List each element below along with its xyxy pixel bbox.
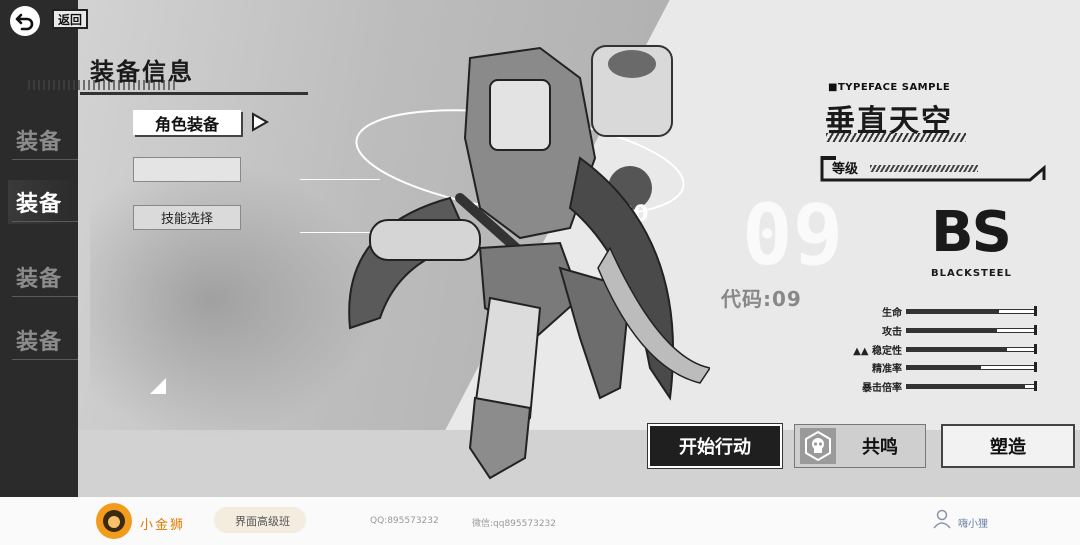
menu-skill-select[interactable]: 技能选择 [133, 205, 241, 230]
stat-bar [906, 365, 1036, 370]
stat-row: 暴击倍率 [830, 379, 1040, 394]
back-label[interactable]: 返回 [52, 9, 88, 29]
lion-logo-icon [96, 503, 132, 539]
skull-icon-frame [800, 428, 836, 464]
stat-label: 精准率 [872, 364, 902, 375]
sidebar: 装备 装备 装备 装备 [0, 0, 78, 497]
user-name[interactable]: 嗨小狸 [958, 515, 988, 530]
background-emblem: 09 [742, 186, 844, 284]
stat-bar-fill [907, 348, 1007, 351]
title-underline [80, 92, 308, 95]
stat-label: ▲▲ 稳定性 [853, 346, 902, 357]
stat-bar-cap [1034, 362, 1037, 372]
page-title: 装备信息 [90, 58, 194, 86]
stat-row: 攻击 [830, 323, 1040, 338]
stat-bar-cap [1034, 325, 1037, 335]
level-label: 等级 [832, 162, 859, 177]
stat-row: 精准率 [830, 360, 1040, 375]
faction-logo-name: BLACKSTEEL [931, 268, 1012, 279]
corner-triangle-icon [150, 378, 166, 394]
menu-role-equip[interactable]: 角色装备 [133, 110, 241, 135]
stat-bar [906, 347, 1036, 352]
stat-row: ▲▲ 稳定性 [830, 342, 1040, 357]
stat-bar-cap [1034, 306, 1037, 316]
stat-bar-cap [1034, 344, 1037, 354]
course-name: 界面高级班 [235, 515, 290, 528]
user-icon [933, 509, 951, 529]
level-decoration [870, 165, 978, 172]
stat-label: 攻击 [882, 327, 902, 338]
stat-label: 生命 [882, 308, 902, 319]
sidebar-tab-equip-3[interactable]: 装备 [8, 255, 78, 299]
brand-name: 小金狮 [140, 518, 186, 533]
character-illustration: 80 [348, 45, 710, 480]
typeface-sample: ■TYPEFACE SAMPLE [828, 82, 951, 93]
back-arrow-icon [15, 13, 34, 31]
sidebar-tab-equip-2[interactable]: 装备 [8, 180, 78, 224]
footer: 小金狮 界面高级班 QQ:895573232 微信:qq895573232 嗨小… [0, 497, 1080, 545]
stat-bar [906, 384, 1036, 389]
stat-row: 生命 [830, 304, 1040, 319]
stat-bar-fill [907, 310, 1000, 313]
stat-bar [906, 309, 1036, 314]
stat-label: 暴击倍率 [862, 383, 902, 394]
name-decoration [826, 133, 966, 142]
stat-bar [906, 328, 1036, 333]
back-button[interactable] [10, 6, 40, 36]
stat-bar-fill [907, 385, 1025, 388]
skull-icon [805, 430, 831, 462]
sidebar-tab-equip-4[interactable]: 装备 [8, 318, 78, 362]
stat-bar-fill [907, 366, 982, 369]
forge-button[interactable]: 塑造 [941, 424, 1075, 468]
start-action-button[interactable]: 开始行动 [648, 424, 782, 468]
menu-slot-empty[interactable] [133, 157, 241, 182]
qq-contact: QQ:895573232 [370, 516, 439, 526]
game-viewport: 装备 装备 装备 装备 返回 装备信息 角色装备 技能选择 09 代码:09 8… [0, 0, 1080, 497]
sidebar-tab-equip-1[interactable]: 装备 [8, 118, 78, 162]
stat-bar-fill [907, 329, 997, 332]
stat-bar-cap [1034, 381, 1037, 391]
wechat-contact: 微信:qq895573232 [472, 519, 556, 529]
play-arrow-icon [252, 112, 270, 132]
faction-logo-letters: BS [931, 200, 1012, 265]
character-code: 代码:09 [721, 287, 802, 311]
